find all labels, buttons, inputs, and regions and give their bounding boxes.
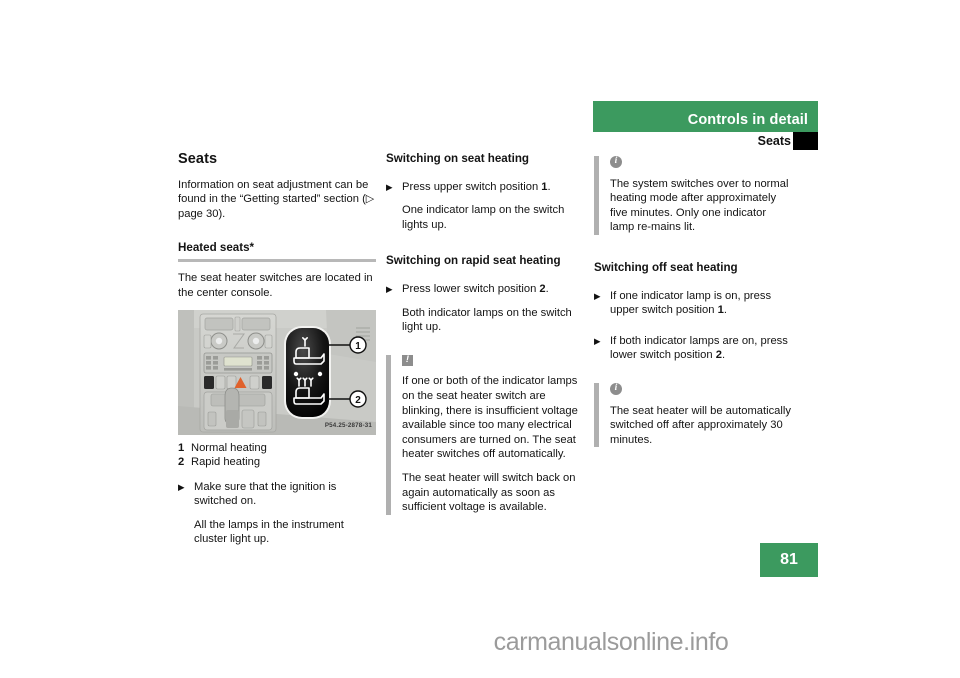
warning-note-paragraph-1: If one or both of the indicator lamps on… [402,375,578,461]
step-switch-off-one-lamp-text: If one indicator lamp is on, press upper… [610,289,792,318]
step1-text-pre: Press upper switch position [402,180,542,193]
info-icon [610,155,792,173]
intro-paragraph: Information on seat adjustment can be fo… [178,178,375,220]
section-title: Seats [757,134,791,148]
right-step2-text-post: . [721,349,726,362]
info-note-block-2: The seat heater will be automatically sw… [594,382,792,448]
step-switch-off-one-lamp: ▶ If one indicator lamp is on, press upp… [594,289,792,318]
step-press-lower-switch-result: Both indicator lamps on the switch light… [402,306,572,334]
heated-seats-body: The seat heater switches are located in … [178,271,373,299]
svg-text:2: 2 [355,395,361,406]
bullet-arrow-icon: ▶ [386,283,393,294]
subheading-heated-seats: Heated seats* [178,241,255,255]
step2-text-post: . [545,282,549,295]
legend-item-2: 2 Rapid heating [178,455,376,469]
warning-note-paragraph-2: The seat heater will switch back on agai… [402,471,576,514]
right-step1-text-post: . [723,304,727,317]
info-note-1-text: The system switches over to normal heati… [610,177,789,234]
info-note-2-text: The seat heater will be automatically sw… [610,404,791,446]
step-switch-off-both-lamps: ▶ If both indicator lamps are on, press … [594,334,792,363]
figure-center-console-seat-heater: 1 2 P54.25-2878-31 [178,310,376,436]
step-press-lower-switch: ▶ Press lower switch position 2. Both in… [386,282,584,335]
bullet-arrow-icon: ▶ [178,481,185,492]
instruction-ignition: ▶ Make sure that the ignition is switche… [178,480,376,547]
bullet-arrow-icon: ▶ [594,335,601,346]
instruction-ignition-body: Make sure that the ignition is switched … [194,480,376,547]
section-thumb-tab-icon [793,132,818,150]
legend-number-1: 1 [178,442,185,455]
right-step2-text-pre: If both indicator lamps are on, press lo… [610,334,788,362]
legend-number-2: 2 [178,456,185,469]
column-left: Seats Information on seat adjustment can… [178,152,376,553]
watermark: carmanualsonline.info [0,628,960,657]
warning-note-block: If one or both of the indicator lamps on… [386,354,584,515]
instruction-ignition-text: Make sure that the ignition is switched … [194,480,337,508]
bullet-arrow-icon: ▶ [386,181,393,192]
step-press-lower-switch-text: Press lower switch position 2. [402,282,584,297]
heading-switching-off-seat-heating: Switching off seat heating [594,260,738,274]
right-step1-text-pre: If one indicator lamp is on, press upper… [610,289,772,317]
column-right: The system switches over to normal heati… [594,152,792,457]
step-press-upper-switch: ▶ Press upper switch position 1. One ind… [386,180,584,233]
legend-text-1: Normal heating [191,442,267,455]
page-number: 81 [760,543,818,577]
column-middle: Switching on seat heating ▶ Press upper … [386,152,584,525]
step-press-upper-switch-result: One indicator lamp on the switch lights … [402,204,565,231]
watermark-text: carmanualsonline.info [493,628,729,656]
console-illustration-icon: 1 2 [178,310,376,436]
page-title: Seats [178,151,218,167]
heading-switching-on-seat-heating: Switching on seat heating [386,152,530,165]
chapter-title: Controls in detail [687,112,808,128]
heading-switching-on-rapid-seat-heating: Switching on rapid seat heating [386,254,561,268]
chapter-header-bar: Controls in detail [593,101,818,132]
legend-item-1: 1 Normal heating [178,441,376,455]
section-header: Seats [593,132,818,152]
info-icon [610,382,792,400]
instruction-ignition-result: All the lamps in the instrument cluster … [194,518,344,546]
info-note-block-1: The system switches over to normal heati… [594,155,792,235]
step1-text-post: . [547,180,551,193]
heading-divider [178,258,376,262]
warning-icon [402,354,584,371]
legend-text-2: Rapid heating [191,456,261,469]
bullet-arrow-icon: ▶ [594,290,601,301]
step-switch-off-both-lamps-text: If both indicator lamps are on, press lo… [610,334,792,363]
figure-reference-code: P54.25-2878-31 [324,421,372,429]
step2-text-pre: Press lower switch position [402,282,540,295]
step-press-upper-switch-text: Press upper switch position 1. [402,180,584,195]
svg-text:1: 1 [355,341,361,352]
